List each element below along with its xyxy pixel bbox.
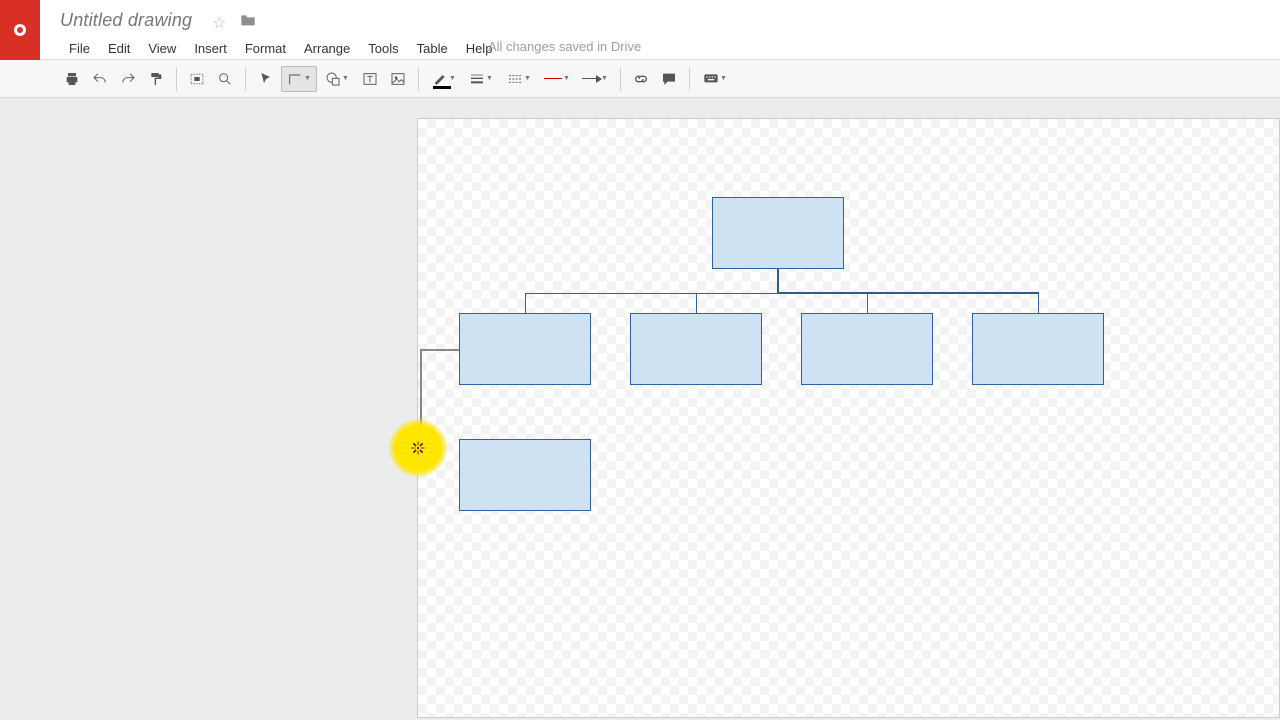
- canvas-stage[interactable]: [0, 98, 1280, 720]
- select-tool-icon[interactable]: [253, 66, 279, 92]
- connector[interactable]: [525, 293, 526, 313]
- input-tools-icon[interactable]: ▼: [697, 66, 733, 92]
- drawing-canvas[interactable]: [417, 118, 1280, 718]
- menu-arrange[interactable]: Arrange: [295, 38, 359, 59]
- line-dash-icon[interactable]: ▼: [501, 66, 537, 92]
- toolbar-separator: [245, 67, 246, 91]
- orgchart-box-top[interactable]: [712, 197, 844, 269]
- line-start-icon[interactable]: ▼: [539, 66, 575, 92]
- line-tool-icon[interactable]: ▼: [281, 66, 317, 92]
- paint-format-icon[interactable]: [143, 66, 169, 92]
- menu-insert[interactable]: Insert: [185, 38, 236, 59]
- save-status: All changes saved in Drive: [488, 39, 641, 54]
- menu-table[interactable]: Table: [408, 38, 457, 59]
- connector[interactable]: [1038, 293, 1039, 313]
- connector[interactable]: [696, 293, 697, 313]
- comment-icon[interactable]: [656, 66, 682, 92]
- app-logo[interactable]: [0, 0, 40, 60]
- connector[interactable]: [778, 292, 1039, 294]
- menu-view[interactable]: View: [139, 38, 185, 59]
- connector[interactable]: [777, 269, 779, 293]
- title-bar: Untitled drawing ☆ File Edit View Insert…: [0, 0, 1280, 60]
- redo-icon[interactable]: [115, 66, 141, 92]
- link-icon[interactable]: [628, 66, 654, 92]
- line-weight-icon[interactable]: ▼: [463, 66, 499, 92]
- toolbar: ▼ ▼ ▼ ▼ ▼ ▼ ▼ ▼: [0, 60, 1280, 98]
- toolbar-separator: [418, 67, 419, 91]
- toolbar-separator: [620, 67, 621, 91]
- document-title[interactable]: Untitled drawing: [60, 10, 192, 31]
- undo-icon[interactable]: [87, 66, 113, 92]
- text-box-icon[interactable]: [357, 66, 383, 92]
- orgchart-box-grandchild[interactable]: [459, 439, 591, 511]
- orgchart-box-child[interactable]: [972, 313, 1104, 385]
- menu-format[interactable]: Format: [236, 38, 295, 59]
- orgchart-box-child[interactable]: [459, 313, 591, 385]
- menu-file[interactable]: File: [60, 38, 99, 59]
- orgchart-box-child[interactable]: [630, 313, 762, 385]
- connector[interactable]: [867, 293, 868, 313]
- menu-edit[interactable]: Edit: [99, 38, 139, 59]
- menu-bar: File Edit View Insert Format Arrange Too…: [60, 38, 501, 59]
- toolbar-separator: [176, 67, 177, 91]
- image-icon[interactable]: [385, 66, 411, 92]
- toolbar-separator: [689, 67, 690, 91]
- shape-tool-icon[interactable]: ▼: [319, 66, 355, 92]
- print-icon[interactable]: [59, 66, 85, 92]
- folder-icon[interactable]: [240, 13, 256, 32]
- line-color-underline: [433, 86, 451, 89]
- connector-drawing[interactable]: [420, 349, 422, 451]
- zoom-icon[interactable]: [212, 66, 238, 92]
- menu-tools[interactable]: Tools: [359, 38, 407, 59]
- connector-drawing[interactable]: [420, 349, 459, 351]
- star-icon[interactable]: ☆: [212, 13, 226, 33]
- zoom-fit-icon[interactable]: [184, 66, 210, 92]
- line-end-icon[interactable]: ▼: [577, 66, 613, 92]
- orgchart-box-child[interactable]: [801, 313, 933, 385]
